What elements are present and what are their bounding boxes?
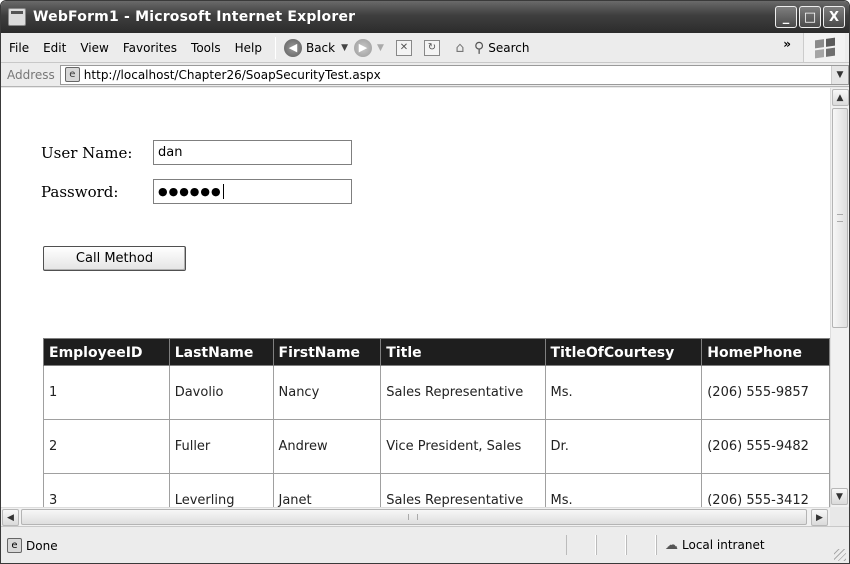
table-cell: Leverling bbox=[168, 473, 274, 507]
toolbar-overflow-chevron[interactable]: » bbox=[783, 37, 791, 51]
browser-window: WebForm1 - Microsoft Internet Explorer _… bbox=[0, 0, 850, 564]
page-content: User Name: dan Password: ●●●●●● Call Met… bbox=[1, 88, 830, 507]
ie-page-icon: e bbox=[7, 538, 22, 553]
status-panels bbox=[566, 535, 656, 555]
table-cell: Sales Representative bbox=[380, 365, 546, 420]
table-row: 1 Davolio Nancy Sales Representative Ms.… bbox=[43, 365, 830, 420]
table-cell: (206) 555-9857 bbox=[701, 365, 830, 420]
status-text: Done bbox=[26, 538, 58, 553]
table-cell: Dr. bbox=[544, 419, 703, 474]
column-header: HomePhone bbox=[701, 338, 830, 366]
windows-logo bbox=[803, 33, 845, 62]
scroll-right-icon[interactable]: ▶ bbox=[811, 509, 828, 526]
maximize-button[interactable]: □ bbox=[799, 6, 821, 28]
address-dropdown-icon[interactable]: ▼ bbox=[831, 65, 848, 84]
table-row: 3 Leverling Janet Sales Representative M… bbox=[43, 473, 830, 507]
address-label: Address bbox=[7, 67, 55, 82]
refresh-icon[interactable]: ↻ bbox=[423, 39, 440, 56]
table-cell: Ms. bbox=[544, 365, 703, 420]
menu-help[interactable]: Help bbox=[228, 41, 269, 55]
back-arrow-icon: ◀ bbox=[283, 38, 302, 57]
column-header: LastName bbox=[168, 338, 274, 366]
address-bar: Address e http://localhost/Chapter26/Soa… bbox=[1, 63, 849, 87]
forward-button[interactable]: ▶ ▼ bbox=[354, 38, 384, 57]
password-row: Password: ●●●●●● bbox=[41, 179, 352, 204]
search-label: Search bbox=[488, 40, 530, 55]
scroll-grip-icon bbox=[408, 514, 418, 520]
table-cell: Vice President, Sales bbox=[380, 419, 546, 474]
resize-grip-icon[interactable] bbox=[834, 549, 846, 561]
table-cell: Fuller bbox=[168, 419, 274, 474]
zone-label: Local intranet bbox=[682, 538, 765, 552]
scroll-up-icon[interactable]: ▲ bbox=[831, 89, 849, 106]
table-cell: Andrew bbox=[272, 419, 382, 474]
table-cell: 1 bbox=[43, 365, 170, 420]
menu-edit[interactable]: Edit bbox=[36, 41, 73, 55]
status-panel bbox=[626, 535, 656, 555]
status-panel bbox=[596, 535, 626, 555]
table-cell: Sales Representative bbox=[380, 473, 546, 507]
text-caret bbox=[222, 184, 224, 199]
menu-view[interactable]: View bbox=[73, 41, 115, 55]
title-bar: WebForm1 - Microsoft Internet Explorer _… bbox=[1, 1, 849, 33]
password-mask: ●●●●●● bbox=[158, 185, 222, 198]
stop-icon[interactable]: ✕ bbox=[395, 39, 412, 56]
employee-table: EmployeeID LastName FirstName Title Titl… bbox=[43, 338, 830, 507]
menu-file[interactable]: File bbox=[1, 41, 36, 55]
window-controls: _ □ X bbox=[775, 6, 845, 28]
username-row: User Name: dan bbox=[41, 140, 352, 165]
column-header: FirstName bbox=[272, 338, 382, 366]
scroll-grip-icon bbox=[837, 214, 843, 222]
call-method-button[interactable]: Call Method bbox=[43, 246, 186, 271]
search-icon: ⚲ bbox=[473, 39, 485, 56]
scroll-left-icon[interactable]: ◀ bbox=[2, 509, 19, 526]
scrollbar-corner bbox=[830, 507, 849, 526]
back-button[interactable]: ◀ Back ▼ bbox=[283, 38, 348, 57]
vertical-scrollbar[interactable]: ▲ ▼ bbox=[830, 88, 849, 507]
table-cell: 3 bbox=[43, 473, 170, 507]
forward-arrow-icon: ▶ bbox=[354, 38, 373, 57]
address-url: http://localhost/Chapter26/SoapSecurityT… bbox=[83, 67, 381, 82]
table-cell: Ms. bbox=[544, 473, 703, 507]
column-header: EmployeeID bbox=[43, 338, 170, 366]
address-input[interactable]: e http://localhost/Chapter26/SoapSecurit… bbox=[59, 64, 849, 85]
horizontal-scroll-thumb[interactable] bbox=[21, 509, 807, 525]
window-title: WebForm1 - Microsoft Internet Explorer bbox=[33, 9, 356, 25]
table-cell: Davolio bbox=[168, 365, 274, 420]
vertical-scroll-thumb[interactable] bbox=[832, 108, 848, 328]
table-cell: Nancy bbox=[272, 365, 382, 420]
scroll-down-icon[interactable]: ▼ bbox=[831, 488, 848, 505]
table-row: 2 Fuller Andrew Vice President, Sales Dr… bbox=[43, 419, 830, 474]
close-button[interactable]: X bbox=[823, 6, 845, 28]
home-icon[interactable]: ⌂ bbox=[452, 40, 468, 56]
back-dropdown-icon[interactable]: ▼ bbox=[341, 43, 348, 53]
status-panel bbox=[566, 535, 596, 555]
username-label: User Name: bbox=[41, 143, 133, 162]
menu-favorites[interactable]: Favorites bbox=[116, 41, 184, 55]
minimize-button[interactable]: _ bbox=[775, 6, 797, 28]
column-header: Title bbox=[380, 338, 546, 366]
windows-flag-icon bbox=[814, 37, 835, 58]
toolbar-separator bbox=[274, 36, 276, 59]
horizontal-scrollbar[interactable]: ◀ ▶ bbox=[1, 507, 830, 526]
menu-tools[interactable]: Tools bbox=[184, 41, 228, 55]
menu-bar: File Edit View Favorites Tools Help ◀ Ba… bbox=[1, 33, 849, 63]
table-cell: (206) 555-9482 bbox=[701, 419, 830, 474]
password-label: Password: bbox=[41, 182, 119, 201]
table-cell: Janet bbox=[272, 473, 382, 507]
username-input[interactable]: dan bbox=[153, 140, 352, 165]
search-button[interactable]: ⚲ Search bbox=[474, 40, 530, 56]
table-cell: 2 bbox=[43, 419, 170, 474]
ie-page-icon: e bbox=[64, 67, 80, 82]
password-input[interactable]: ●●●●●● bbox=[153, 179, 352, 204]
back-label: Back bbox=[305, 40, 336, 55]
status-bar: e Done ☁ Local intranet bbox=[1, 526, 849, 563]
ie-page-icon bbox=[8, 8, 26, 26]
column-header: TitleOfCourtesy bbox=[544, 338, 703, 366]
table-header-row: EmployeeID LastName FirstName Title Titl… bbox=[43, 338, 830, 366]
forward-dropdown-icon[interactable]: ▼ bbox=[377, 43, 384, 53]
table-cell: (206) 555-3412 bbox=[701, 473, 830, 507]
intranet-zone-icon: ☁ bbox=[665, 537, 678, 553]
security-zone: ☁ Local intranet bbox=[656, 535, 826, 555]
